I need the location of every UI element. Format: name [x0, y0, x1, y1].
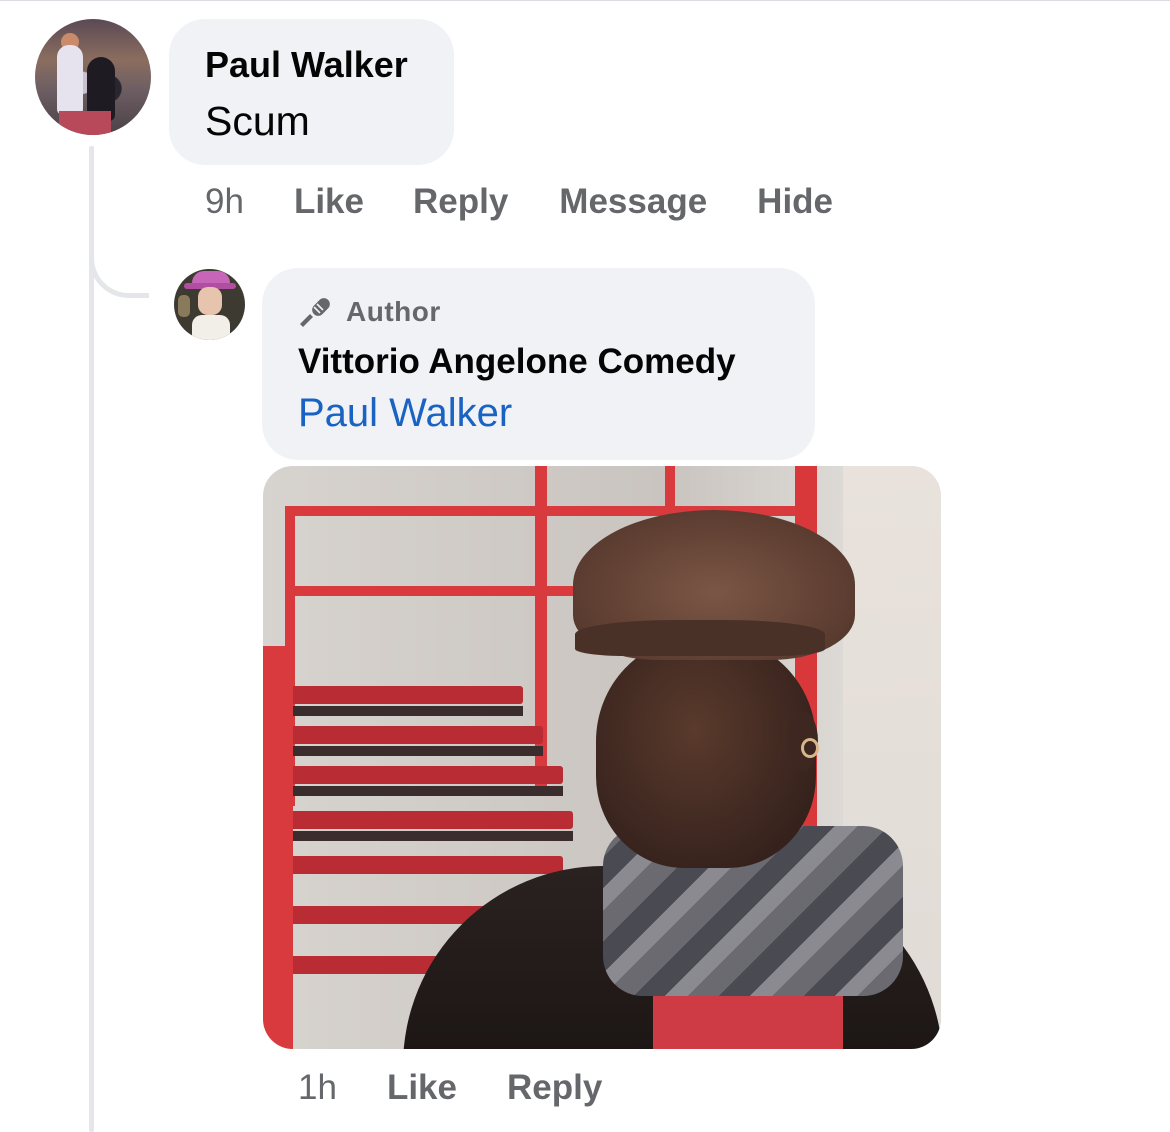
reply-bubble: Author Vittorio Angelone Comedy Paul Wal…: [262, 268, 815, 460]
comment-text: Scum: [205, 98, 310, 144]
photo-detail: [263, 726, 543, 744]
thread-connector-curve: [89, 246, 149, 298]
avatar[interactable]: [174, 269, 245, 340]
avatar-body: [192, 315, 230, 340]
photo-detail: [263, 686, 523, 704]
reply-button[interactable]: Reply: [507, 1066, 602, 1110]
top-divider: [0, 0, 1170, 1]
message-button[interactable]: Message: [559, 180, 707, 224]
avatar-detail: [59, 111, 111, 135]
avatar-face: [198, 287, 222, 315]
photo-detail: [263, 856, 563, 874]
mention-link[interactable]: Paul Walker: [298, 389, 815, 437]
reply-timestamp[interactable]: 1h: [298, 1066, 337, 1110]
reply-attachment-photo[interactable]: [263, 466, 941, 1049]
avatar-detail: [178, 295, 190, 317]
like-button[interactable]: Like: [387, 1066, 457, 1110]
photo-detail: [263, 706, 523, 716]
comment-timestamp[interactable]: 9h: [205, 180, 244, 224]
reply-author[interactable]: Vittorio Angelone Comedy: [298, 341, 815, 383]
photo-detail: [263, 746, 543, 756]
avatar-figure: [57, 45, 83, 115]
photo-detail: [575, 620, 825, 656]
reply-button[interactable]: Reply: [413, 180, 508, 224]
photo-detail: [801, 738, 819, 758]
hide-button[interactable]: Hide: [757, 180, 833, 224]
photo-detail: [263, 646, 293, 1049]
photo-detail: [596, 638, 816, 868]
photo-detail: [263, 831, 573, 841]
reply-actions: 1h Like Reply: [298, 1066, 602, 1110]
avatar[interactable]: [35, 19, 151, 135]
author-badge-label: Author: [346, 296, 441, 327]
photo-detail: [263, 811, 573, 829]
photo-detail: [263, 766, 563, 784]
microphone-icon: [300, 298, 330, 327]
comment-actions: 9h Like Reply Message Hide: [205, 180, 833, 224]
comment-bubble: Paul Walker Scum: [169, 19, 454, 165]
author-badge: Author: [298, 295, 815, 329]
comment-author[interactable]: Paul Walker: [205, 45, 454, 85]
photo-detail: [263, 786, 563, 796]
thread-connector-line: [89, 146, 94, 1132]
like-button[interactable]: Like: [294, 180, 364, 224]
